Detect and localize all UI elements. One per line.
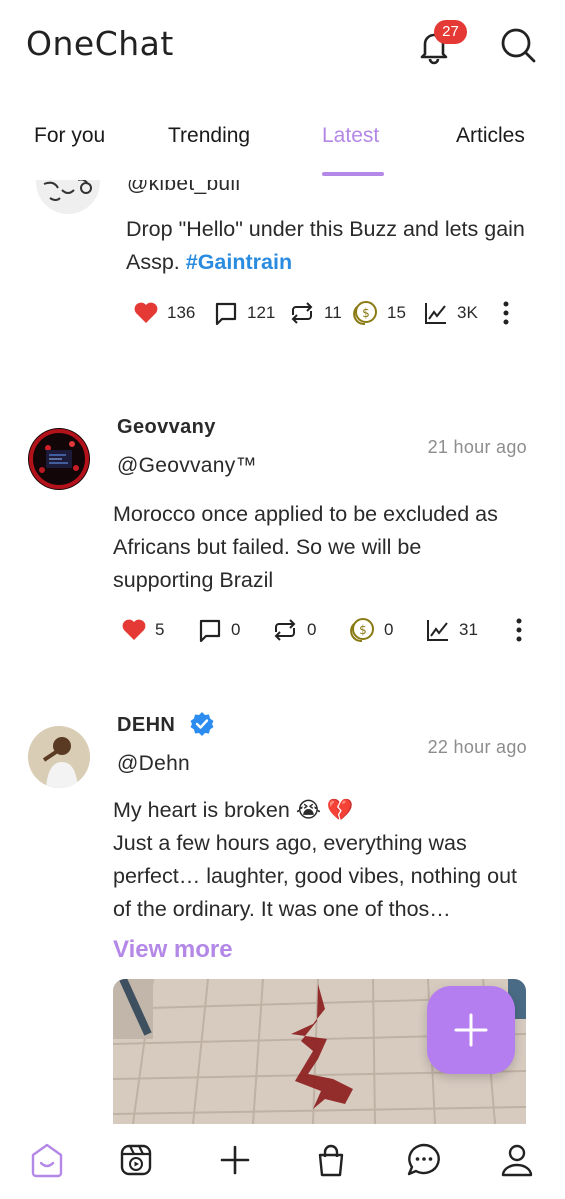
profile-icon [501,1144,533,1177]
tab-latest[interactable]: Latest [322,124,379,148]
post-actions: 136 121 11 $ 15 3K [133,298,553,328]
nav-profile[interactable] [497,1140,537,1180]
post-text: Morocco once applied to be excluded as A… [113,502,498,592]
like-button[interactable]: 136 [133,298,195,328]
analytics-icon [425,303,446,324]
post-text-line: My heart is broken 😭 💔 [113,798,354,822]
svg-text:$: $ [359,623,367,637]
heart-icon [134,302,158,323]
tip-coin-icon: $ [350,618,374,643]
more-options-icon[interactable] [500,300,512,326]
reels-icon [120,1144,152,1176]
nav-reels[interactable] [116,1140,156,1180]
create-icon [220,1145,250,1175]
avatar-drawing [28,726,90,788]
view-more-link[interactable]: View more [113,936,233,964]
comment-icon [199,619,221,643]
comment-count: 121 [247,303,276,322]
app-title: OneChat [26,24,174,63]
active-tab-indicator [322,172,384,176]
post-handle[interactable]: @Geovvany™ [117,454,257,478]
avatar[interactable] [36,180,100,214]
heart-icon [122,619,146,640]
post-text: My heart is broken 😭 💔 Just a few hours … [113,794,523,926]
repost-icon [274,619,296,641]
verified-badge-icon [190,712,214,736]
more-options-icon[interactable] [513,617,525,643]
plus-icon [454,1013,488,1047]
post-handle[interactable]: @Dehn [117,752,190,776]
comment-count: 0 [231,620,241,639]
avatar[interactable] [28,726,90,788]
like-count: 136 [167,303,196,322]
chat-icon [407,1143,440,1176]
like-count: 5 [155,620,165,639]
repost-count: 0 [307,620,317,639]
tip-coin-icon: $ [353,301,377,326]
post-actions: 5 0 0 $ 0 31 [121,615,541,645]
comment-button[interactable]: 0 [197,615,240,645]
tip-button[interactable]: $ 15 [351,298,406,328]
nav-create[interactable] [215,1140,255,1180]
tab-for-you[interactable]: For you [34,124,105,148]
post-handle[interactable]: @kibet_bull [127,180,240,196]
search-button[interactable] [498,25,538,65]
repost-button[interactable]: 11 [288,298,342,328]
view-count: 3K [457,303,478,322]
search-icon [501,28,536,63]
create-post-fab[interactable] [427,986,515,1074]
repost-count: 11 [324,303,342,322]
like-button[interactable]: 5 [121,615,164,645]
avatar[interactable] [28,428,90,490]
tab-trending[interactable]: Trending [168,124,250,148]
shop-icon [318,1144,344,1177]
repost-icon [291,302,313,324]
comment-button[interactable]: 121 [213,298,275,328]
post-time: 22 hour ago [427,737,527,757]
views-button[interactable]: 3K [423,298,478,328]
post-card[interactable]: Geovvany 21 hour ago @Geovvany™ Morocco … [0,410,565,670]
home-icon [31,1143,63,1178]
post-time: 21 hour ago [427,437,527,457]
tip-count: 15 [387,303,406,322]
feed[interactable]: @kibet_bull Drop "Hello" under this Buzz… [0,180,565,1125]
post-author[interactable]: Geovvany [117,416,216,439]
tab-articles[interactable]: Articles [456,124,525,148]
views-button[interactable]: 31 [425,615,478,645]
nav-chat[interactable] [404,1140,444,1180]
avatar-drawing [43,180,92,201]
avatar-drawing [29,429,89,489]
post-card[interactable]: @kibet_bull Drop "Hello" under this Buzz… [0,180,565,380]
notification-badge: 27 [434,20,467,44]
hashtag-link[interactable]: #Gaintrain [186,250,292,274]
post-text: Drop "Hello" under this Buzz and lets ga… [126,217,525,274]
repost-button[interactable]: 0 [271,615,316,645]
nav-home[interactable] [27,1140,67,1180]
post-author[interactable]: DEHN [117,714,175,737]
tip-count: 0 [384,620,394,639]
comment-icon [215,302,237,326]
nav-shop[interactable] [311,1140,351,1180]
svg-text:$: $ [362,306,370,320]
bottom-navigation [0,1126,565,1199]
feed-tabs: For you Trending Latest Articles [0,110,565,180]
analytics-icon [427,620,448,641]
app-header: OneChat 27 [0,0,565,95]
tip-button[interactable]: $ 0 [348,615,393,645]
post-text-rest: Just a few hours ago, everything was per… [113,831,517,921]
view-count: 31 [459,620,478,639]
